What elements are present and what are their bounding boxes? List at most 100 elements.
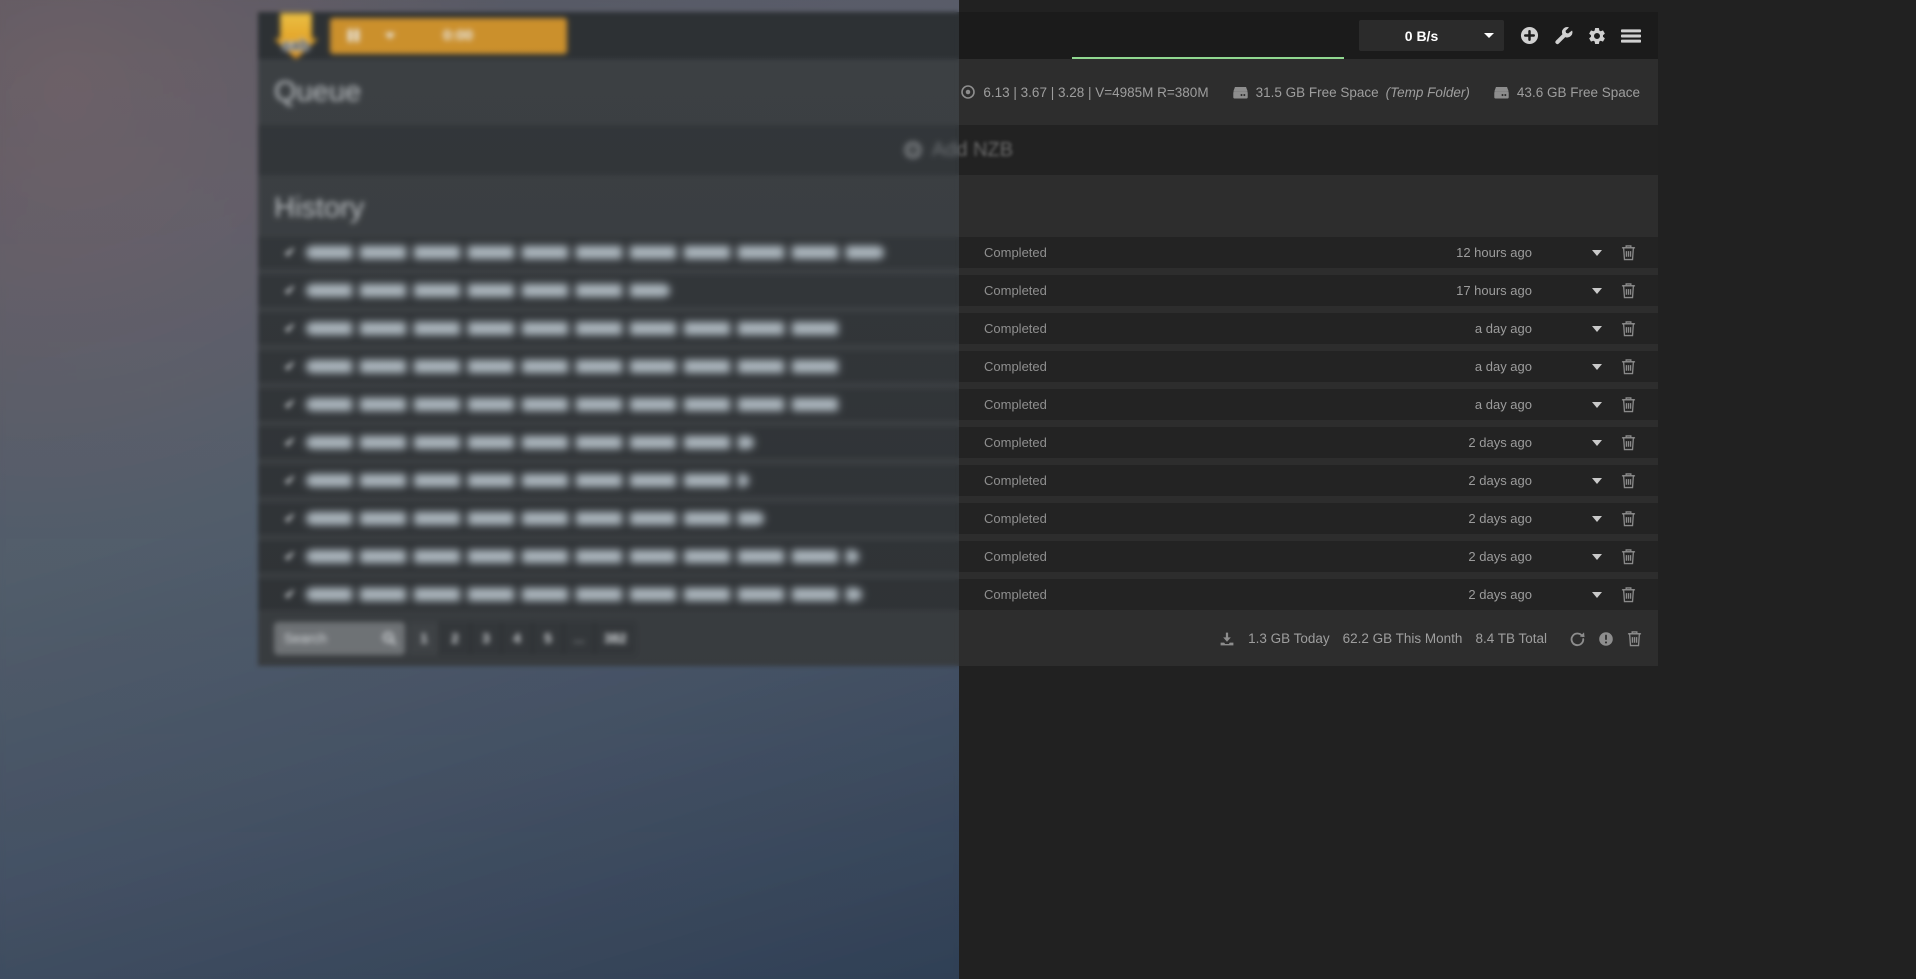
history-footer: 1 2 3 4 5 ... 382 1.3 GB Today 62.2 GB T…	[258, 622, 1658, 655]
refresh-icon[interactable]	[1569, 631, 1585, 647]
check-icon: ✔	[284, 472, 300, 489]
completed-time: a day ago	[1475, 321, 1532, 336]
load-stats: 6.13 | 3.67 | 3.28 | V=4985M R=380M	[983, 85, 1208, 100]
history-list: ✔ Completed 12 hours ago ✔ Completed 17 …	[258, 237, 1658, 610]
pause-icon	[348, 29, 359, 42]
history-row[interactable]: ✔ Completed a day ago	[258, 351, 1658, 382]
completed-time: 12 hours ago	[1456, 245, 1532, 260]
status-label: Completed	[984, 435, 1047, 450]
redacted-item-name	[306, 474, 749, 487]
hdd-icon	[1493, 84, 1510, 101]
download-totals: 1.3 GB Today 62.2 GB This Month 8.4 TB T…	[1219, 630, 1642, 647]
page-button[interactable]: 3	[471, 622, 502, 655]
add-nzb-icon[interactable]	[1512, 12, 1546, 59]
history-row[interactable]: ✔ Completed 2 days ago	[258, 541, 1658, 572]
redacted-item-name	[306, 322, 843, 335]
delete-row-icon[interactable]	[1621, 320, 1636, 337]
row-expand-caret[interactable]	[1592, 288, 1602, 294]
delete-row-icon[interactable]	[1621, 282, 1636, 299]
queue-header: Queue 6.13 | 3.67 | 3.28 | V=4985M R=380…	[258, 71, 1658, 113]
status-label: Completed	[984, 321, 1047, 336]
purge-history-icon[interactable]	[1627, 630, 1642, 647]
total-alltime: 8.4 TB Total	[1475, 631, 1547, 646]
page-button[interactable]: 4	[502, 622, 533, 655]
row-expand-caret[interactable]	[1592, 592, 1602, 598]
status-label: Completed	[984, 359, 1047, 374]
history-row[interactable]: ✔ Completed a day ago	[258, 389, 1658, 420]
history-row[interactable]: ✔ Completed a day ago	[258, 313, 1658, 344]
status-label: Completed	[984, 549, 1047, 564]
history-row[interactable]: ✔ Completed 2 days ago	[258, 427, 1658, 458]
completed-time: 2 days ago	[1468, 549, 1532, 564]
completed-time: 2 days ago	[1468, 587, 1532, 602]
delete-row-icon[interactable]	[1621, 244, 1636, 261]
page-button[interactable]: 5	[533, 622, 564, 655]
completed-time: a day ago	[1475, 397, 1532, 412]
pause-timer: 0:00	[395, 27, 549, 44]
redacted-item-name	[306, 550, 859, 563]
disk-free-space: 43.6 GB Free Space	[1517, 85, 1640, 100]
row-expand-caret[interactable]	[1592, 440, 1602, 446]
delete-row-icon[interactable]	[1621, 396, 1636, 413]
info-circle-icon[interactable]	[1598, 631, 1614, 647]
row-expand-caret[interactable]	[1592, 402, 1602, 408]
row-expand-caret[interactable]	[1592, 516, 1602, 522]
search-icon[interactable]	[382, 631, 397, 646]
speed-limit-dropdown[interactable]: 0 B/s	[1359, 20, 1504, 51]
pause-button[interactable]: 0:00	[330, 18, 567, 54]
menu-icon[interactable]	[1614, 12, 1648, 59]
redacted-item-name	[306, 284, 670, 297]
history-row[interactable]: ✔ Completed 12 hours ago	[258, 237, 1658, 268]
completed-time: 2 days ago	[1468, 511, 1532, 526]
chevron-down-icon	[1484, 33, 1494, 38]
completed-time: 2 days ago	[1468, 473, 1532, 488]
delete-row-icon[interactable]	[1621, 510, 1636, 527]
server-stats: 6.13 | 3.67 | 3.28 | V=4985M R=380M 31.5…	[960, 84, 1640, 101]
history-row[interactable]: ✔ Completed 2 days ago	[258, 465, 1658, 496]
temp-free-space: 31.5 GB Free Space	[1256, 85, 1379, 100]
check-icon: ✔	[284, 282, 300, 299]
redacted-item-name	[306, 246, 884, 259]
row-expand-caret[interactable]	[1592, 364, 1602, 370]
history-row[interactable]: ✔ Completed 2 days ago	[258, 503, 1658, 534]
check-icon: ✔	[284, 244, 300, 261]
row-expand-caret[interactable]	[1592, 250, 1602, 256]
pagination: 1 2 3 4 5 ... 382	[409, 622, 636, 655]
page-button[interactable]: 1	[409, 622, 440, 655]
delete-row-icon[interactable]	[1621, 434, 1636, 451]
status-label: Completed	[984, 245, 1047, 260]
delete-row-icon[interactable]	[1621, 586, 1636, 603]
settings-gear-icon[interactable]	[1580, 12, 1614, 59]
delete-row-icon[interactable]	[1621, 548, 1636, 565]
history-row[interactable]: ✔ Completed 17 hours ago	[258, 275, 1658, 306]
status-label: Completed	[984, 511, 1047, 526]
navbar-url-input[interactable]	[1072, 25, 1344, 57]
add-nzb-button[interactable]: Add NZB	[903, 139, 1013, 162]
redacted-item-name	[306, 360, 843, 373]
sabnzbd-logo[interactable]: sab	[274, 13, 318, 59]
check-icon: ✔	[284, 358, 300, 375]
add-nzb-dropzone[interactable]: Add NZB	[258, 125, 1658, 175]
page-button[interactable]: 2	[440, 622, 471, 655]
history-row[interactable]: ✔ Completed 2 days ago	[258, 579, 1658, 610]
delete-row-icon[interactable]	[1621, 472, 1636, 489]
page-button[interactable]: ...	[564, 622, 595, 655]
row-expand-caret[interactable]	[1592, 554, 1602, 560]
speed-value: 0 B/s	[1359, 28, 1484, 44]
check-icon: ✔	[284, 586, 300, 603]
check-icon: ✔	[284, 434, 300, 451]
row-expand-caret[interactable]	[1592, 478, 1602, 484]
chevron-down-icon[interactable]	[385, 33, 395, 39]
redacted-item-name	[306, 398, 842, 411]
download-icon	[1219, 631, 1235, 647]
total-month: 62.2 GB This Month	[1343, 631, 1463, 646]
sabnzbd-app: sab 0:00 0 B/s	[258, 12, 1658, 666]
delete-row-icon[interactable]	[1621, 358, 1636, 375]
total-today: 1.3 GB Today	[1248, 631, 1330, 646]
wrench-icon[interactable]	[1546, 12, 1580, 59]
check-icon: ✔	[284, 320, 300, 337]
row-expand-caret[interactable]	[1592, 326, 1602, 332]
redacted-item-name	[306, 588, 862, 601]
page-button[interactable]: 382	[595, 622, 636, 655]
plus-circle-icon	[903, 140, 923, 160]
